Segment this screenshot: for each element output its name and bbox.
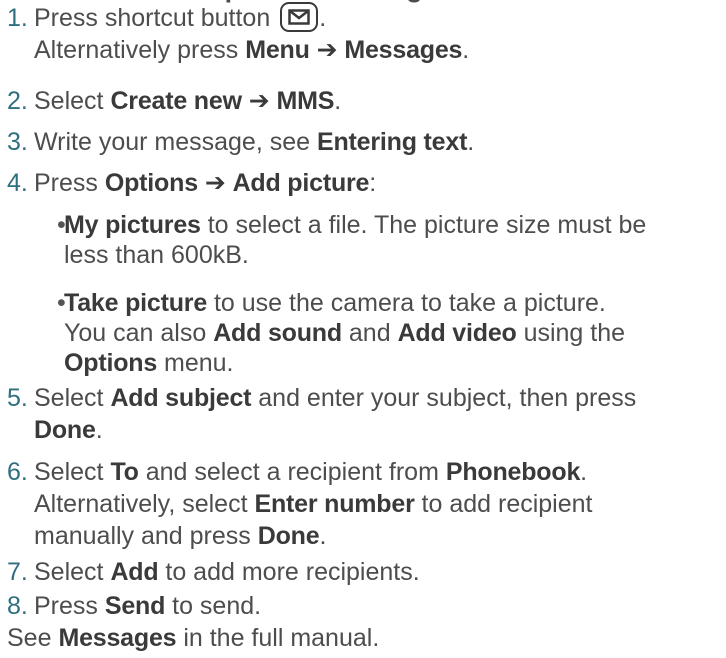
add-picture-keyword: Add picture (232, 169, 370, 197)
send-keyword: Send (104, 592, 166, 620)
bullet-mark: • (57, 211, 66, 239)
mms-keyword: MMS (276, 87, 335, 115)
step-number: 1. (7, 4, 28, 32)
bullet-take-picture: • Take picture to use the camera to take… (57, 289, 626, 377)
step-number: 2. (7, 87, 28, 115)
done-keyword: Done (257, 522, 320, 550)
bullet-my-pictures: • My pictures to select a file. The pict… (57, 211, 647, 269)
add-video-keyword: Add video (397, 319, 517, 347)
take-picture-keyword: Take picture (64, 289, 208, 317)
create-new-keyword: Create new (110, 87, 242, 115)
step-number: 7. (7, 558, 28, 586)
done-keyword: Done (34, 416, 96, 444)
footer-note: See Messages in the full manual. (7, 624, 380, 652)
arrow-icon: ➔ (204, 169, 226, 197)
options-keyword: Options (104, 169, 198, 197)
bullet-mark: • (57, 289, 66, 317)
step-text: Press shortcut button (34, 4, 271, 32)
add-sound-keyword: Add sound (213, 319, 342, 347)
step-number: 8. (7, 592, 28, 620)
my-pictures-keyword: My pictures (64, 211, 201, 239)
to-keyword: To (110, 458, 139, 486)
options-keyword: Options (64, 349, 158, 377)
menu-keyword: Menu (245, 36, 310, 64)
add-subject-keyword: Add subject (110, 384, 252, 412)
step-number: 3. (7, 128, 28, 156)
manual-page: Create and send picture messages 1. Pres… (7, 0, 722, 658)
entering-text-link: Entering text (317, 128, 468, 156)
step-number: 5. (7, 384, 28, 412)
step-number: 6. (7, 458, 28, 486)
phonebook-keyword: Phonebook (445, 458, 581, 486)
add-keyword: Add (110, 558, 159, 586)
step-number: 4. (7, 169, 28, 197)
arrow-icon: ➔ (248, 87, 270, 115)
messages-keyword: Messages (344, 36, 463, 64)
messages-link: Messages (58, 624, 177, 652)
arrow-icon: ➔ (316, 36, 338, 64)
envelope-icon (280, 2, 319, 33)
enter-number-keyword: Enter number (254, 490, 415, 518)
